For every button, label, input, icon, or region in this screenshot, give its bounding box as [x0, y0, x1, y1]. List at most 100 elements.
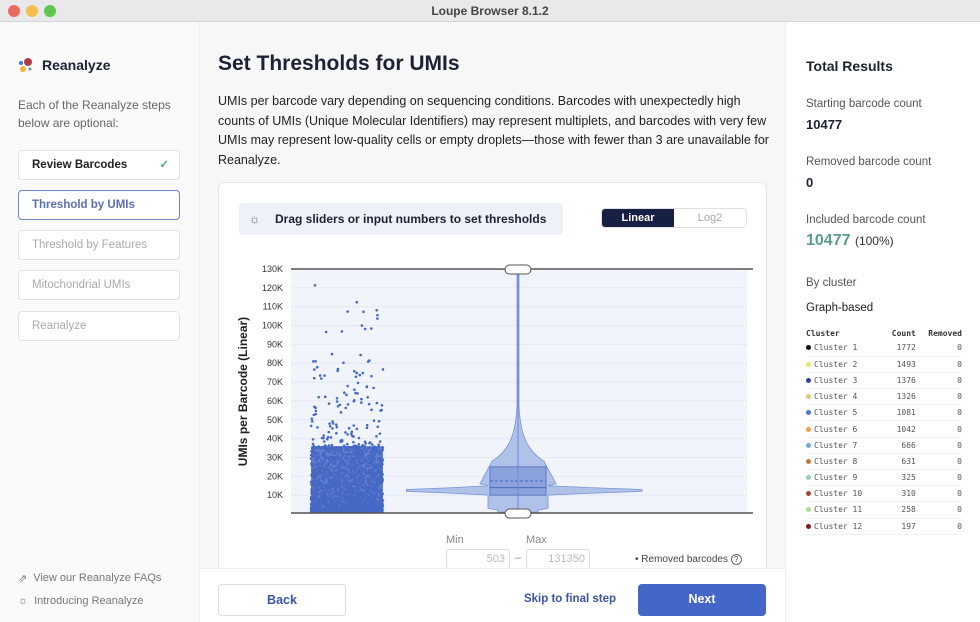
step-review-barcodes[interactable]: Review Barcodes ✓: [18, 150, 180, 180]
cluster-count: 1081: [882, 404, 916, 422]
sidebar-intro: Each of the Reanalyze steps below are op…: [18, 98, 171, 130]
cluster-color-dot: [806, 458, 811, 464]
close-window-button[interactable]: [8, 5, 20, 17]
step-label: Reanalyze: [32, 320, 87, 332]
cluster-name: Cluster 9: [806, 469, 883, 487]
col-removed: Removed: [928, 328, 962, 338]
help-icon[interactable]: ?: [730, 554, 742, 565]
umi-chart: 10K 20K 30K 40K 50K 60K 70K 80K 90K 100K 110K 120K 1…: [236, 264, 753, 519]
scatter-point: [354, 375, 358, 379]
y-tick-label: 10K: [267, 490, 283, 500]
cluster-removed: 0: [915, 518, 962, 535]
scatter-point: [346, 433, 349, 436]
cluster-removed: 0: [915, 340, 962, 357]
back-button[interactable]: Back: [218, 584, 346, 616]
cluster-name: Cluster 10: [806, 485, 883, 503]
cluster-name: Cluster 11: [806, 501, 883, 519]
scatter-point: [362, 310, 365, 314]
cluster-count: 1772: [882, 340, 916, 357]
window-title: Loupe Browser 8.1.2: [431, 4, 549, 18]
sidebar: Reanalyze Each of the Reanalyze steps be…: [0, 22, 200, 622]
scatter-point: [357, 436, 361, 440]
cluster-label: Cluster 6: [814, 424, 858, 434]
step-label: Mitochondrial UMIs: [32, 279, 131, 291]
scatter-point: [355, 371, 359, 375]
y-tick-label: 80K: [267, 358, 283, 368]
cluster-label: Cluster 9: [814, 473, 858, 483]
scatter-point: [323, 395, 327, 399]
scatter-point: [352, 435, 355, 438]
min-label: Min: [446, 534, 464, 546]
scatter-point: [335, 425, 339, 429]
cluster-row: Cluster 5 1081 0: [806, 404, 962, 422]
sidebar-title: Reanalyze: [42, 57, 111, 73]
scatter-point: [312, 360, 315, 363]
scatter-point: [335, 400, 339, 403]
cluster-color-dot: [806, 523, 811, 529]
scatter-point: [346, 310, 349, 313]
cluster-removed: 0: [915, 453, 962, 471]
cluster-label: Cluster 10: [814, 489, 863, 499]
scatter-point: [334, 423, 338, 426]
cluster-row: Cluster 9 325 0: [806, 469, 962, 487]
scatter-point: [335, 396, 339, 400]
next-button[interactable]: Next: [638, 584, 766, 616]
scatter-point: [313, 405, 316, 409]
included-count-value: 10477: [806, 232, 851, 249]
scatter-point: [360, 397, 363, 401]
cluster-row: Cluster 2 1493 0: [806, 356, 962, 373]
step-reanalyze[interactable]: Reanalyze: [18, 311, 180, 341]
cluster-color-dot: [806, 475, 811, 481]
step-threshold-by-umis[interactable]: Threshold by UMIs: [18, 190, 180, 220]
cluster-name: Cluster 1: [806, 340, 883, 357]
removed-count: 0: [806, 175, 814, 190]
scatter-point: [347, 426, 351, 430]
step-mitochondrial-umis[interactable]: Mitochondrial UMIs: [18, 270, 180, 300]
cluster-label: Cluster 11: [814, 505, 863, 515]
cluster-label: Cluster 12: [814, 521, 863, 531]
min-input[interactable]: 503: [446, 549, 510, 569]
scatter-point: [319, 377, 323, 380]
scatter-point: [329, 436, 333, 439]
results-panel: Total Results Starting barcode count 104…: [785, 22, 980, 622]
y-axis-label: UMIs per Barcode (Linear): [236, 317, 250, 466]
footer: Back Skip to final step Next: [200, 568, 785, 622]
cluster-table: Cluster Count Removed Cluster 1 1772 0 Cluste…: [806, 326, 962, 535]
max-input[interactable]: 131350: [526, 549, 590, 569]
cluster-row: Cluster 3 1376 0: [806, 372, 962, 390]
cluster-count: 1326: [882, 388, 916, 406]
cluster-label: Cluster 2: [814, 359, 858, 369]
scatter-point: [365, 426, 369, 430]
cluster-row: Cluster 10 310 0: [806, 485, 962, 503]
min-threshold-handle[interactable]: [504, 508, 532, 519]
page-title: Set Thresholds for UMIs: [218, 52, 460, 75]
step-threshold-by-features[interactable]: Threshold by Features: [18, 230, 180, 260]
max-threshold-handle[interactable]: [504, 264, 532, 275]
sidebar-brand: Reanalyze: [18, 57, 110, 73]
cluster-removed: 0: [915, 501, 962, 519]
scatter-point: [360, 401, 363, 404]
faq-link[interactable]: ⇗ View our Reanalyze FAQs: [18, 572, 161, 585]
graph-based-label: Graph-based: [806, 302, 874, 314]
y-tick-label: 50K: [267, 415, 283, 425]
cluster-label: Cluster 7: [814, 440, 858, 450]
scatter-point: [345, 393, 348, 397]
skip-to-final-button[interactable]: Skip to final step: [520, 584, 620, 616]
introducing-link[interactable]: ☼ Introducing Reanalyze: [18, 595, 144, 607]
included-percent: (100%): [854, 234, 894, 248]
scatter-point: [369, 327, 373, 330]
zoom-window-button[interactable]: [44, 5, 56, 17]
minimize-window-button[interactable]: [26, 5, 38, 17]
cluster-removed: 0: [915, 372, 962, 390]
by-cluster-label: By cluster: [806, 277, 857, 289]
scatter-point: [309, 424, 313, 428]
scatter-point: [315, 365, 319, 369]
scatter-point: [381, 368, 385, 371]
cluster-color-dot: [806, 491, 811, 497]
cluster-label: Cluster 8: [814, 456, 858, 466]
cluster-name: Cluster 6: [806, 420, 883, 438]
scatter-point: [352, 440, 355, 444]
y-tick-label: 100K: [262, 321, 283, 331]
scatter-point: [327, 402, 331, 405]
col-cluster: Cluster: [806, 328, 840, 338]
